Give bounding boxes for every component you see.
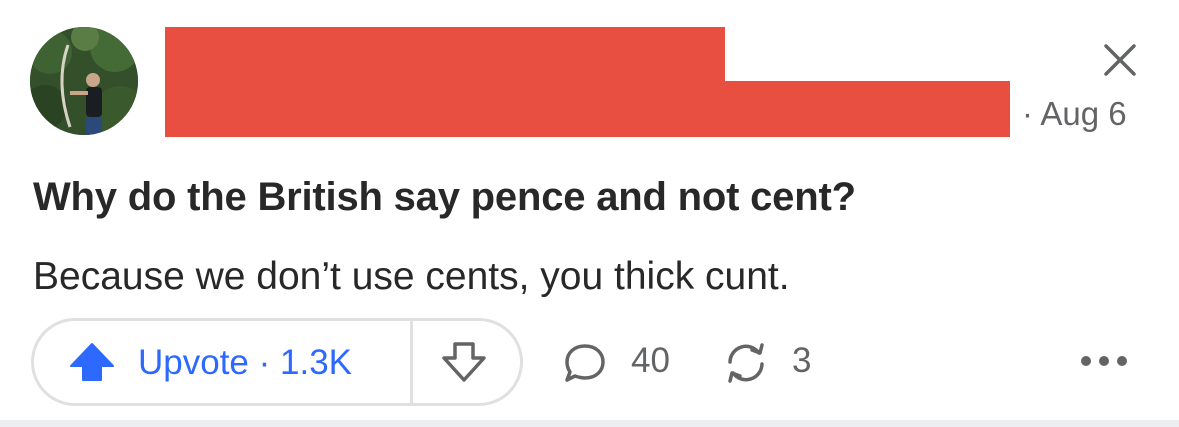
close-icon bbox=[1104, 44, 1136, 76]
upvote-label-group: Upvote · 1.3K bbox=[138, 343, 352, 383]
upvote-button[interactable]: Upvote · 1.3K bbox=[34, 321, 410, 403]
share-count: 3 bbox=[792, 341, 812, 380]
close-button[interactable] bbox=[1100, 40, 1140, 80]
upvote-separator: · bbox=[258, 343, 271, 382]
redaction-bar bbox=[165, 81, 1010, 137]
arrow-down-icon bbox=[442, 342, 486, 382]
arrow-up-icon bbox=[70, 343, 114, 381]
answer-card: · Aug 6 Why do the British say pence and… bbox=[0, 0, 1179, 420]
vote-controls: Upvote · 1.3K bbox=[31, 318, 523, 406]
avatar-photo bbox=[30, 27, 138, 135]
date-separator: · bbox=[1022, 95, 1033, 132]
upvote-count: 1.3K bbox=[280, 343, 353, 382]
share-icon bbox=[728, 343, 764, 383]
post-date: · Aug 6 bbox=[1022, 95, 1127, 133]
question-title[interactable]: Why do the British say pence and not cen… bbox=[33, 175, 856, 220]
feed-separator bbox=[0, 420, 1179, 427]
comment-count: 40 bbox=[631, 341, 670, 380]
comment-icon bbox=[565, 344, 605, 382]
avatar[interactable] bbox=[30, 27, 138, 135]
answer-text: Because we don’t use cents, you thick cu… bbox=[33, 255, 790, 298]
upvote-label: Upvote bbox=[138, 343, 249, 382]
date-text: Aug 6 bbox=[1040, 95, 1127, 132]
downvote-button[interactable] bbox=[413, 321, 520, 403]
more-options-button[interactable] bbox=[1078, 350, 1130, 372]
more-horizontal-icon bbox=[1081, 356, 1127, 366]
